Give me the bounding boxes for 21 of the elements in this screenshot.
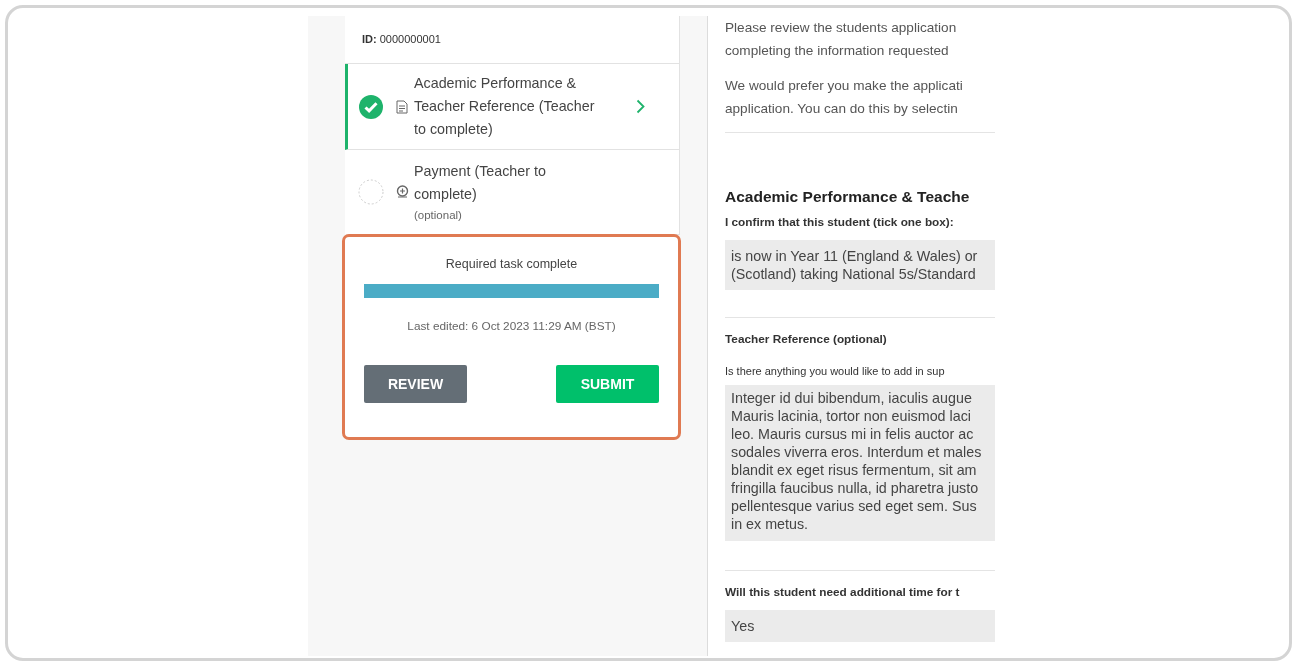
question-label: Is there anything you would like to add in sup	[725, 363, 946, 379]
intro-paragraph: Please review the students application completing the information requested	[725, 19, 958, 60]
document-icon	[396, 99, 408, 114]
chevron-right-icon	[636, 99, 645, 114]
intro-paragraph: We would prefer you make the applicati application. You can do this by selectin	[725, 77, 964, 118]
section-heading: Academic Performance & Teache	[725, 187, 971, 207]
task-step[interactable]: Academic Performance & Teacher Reference (Teacher to complete)	[345, 64, 679, 150]
answer-field: is now in Year 11 (England & Wales) or (Scotland) taking National 5s/Standard	[725, 239, 995, 290]
pending-circle-icon	[358, 179, 384, 205]
review-button[interactable]: REVIEW	[364, 365, 467, 404]
last-edited-text: Last edited: 6 Oct 2023 11:29 AM (BST)	[406, 317, 617, 335]
question-label: Will this student need additional time for t	[725, 584, 961, 602]
step-note: (optional)	[414, 208, 463, 223]
check-circle-icon	[359, 94, 383, 119]
question-label: I confirm that this student (tick one box):	[725, 214, 955, 232]
step-title: Academic Performance & Teacher Reference (Teacher to complete)	[414, 74, 596, 139]
question-heading: Teacher Reference (optional)	[725, 330, 888, 348]
step-title: Payment (Teacher to complete)	[414, 162, 547, 204]
progress-label: Required task complete	[444, 256, 579, 273]
answer-field: Yes	[725, 609, 995, 642]
record-id: ID: 0000000001	[362, 32, 441, 48]
